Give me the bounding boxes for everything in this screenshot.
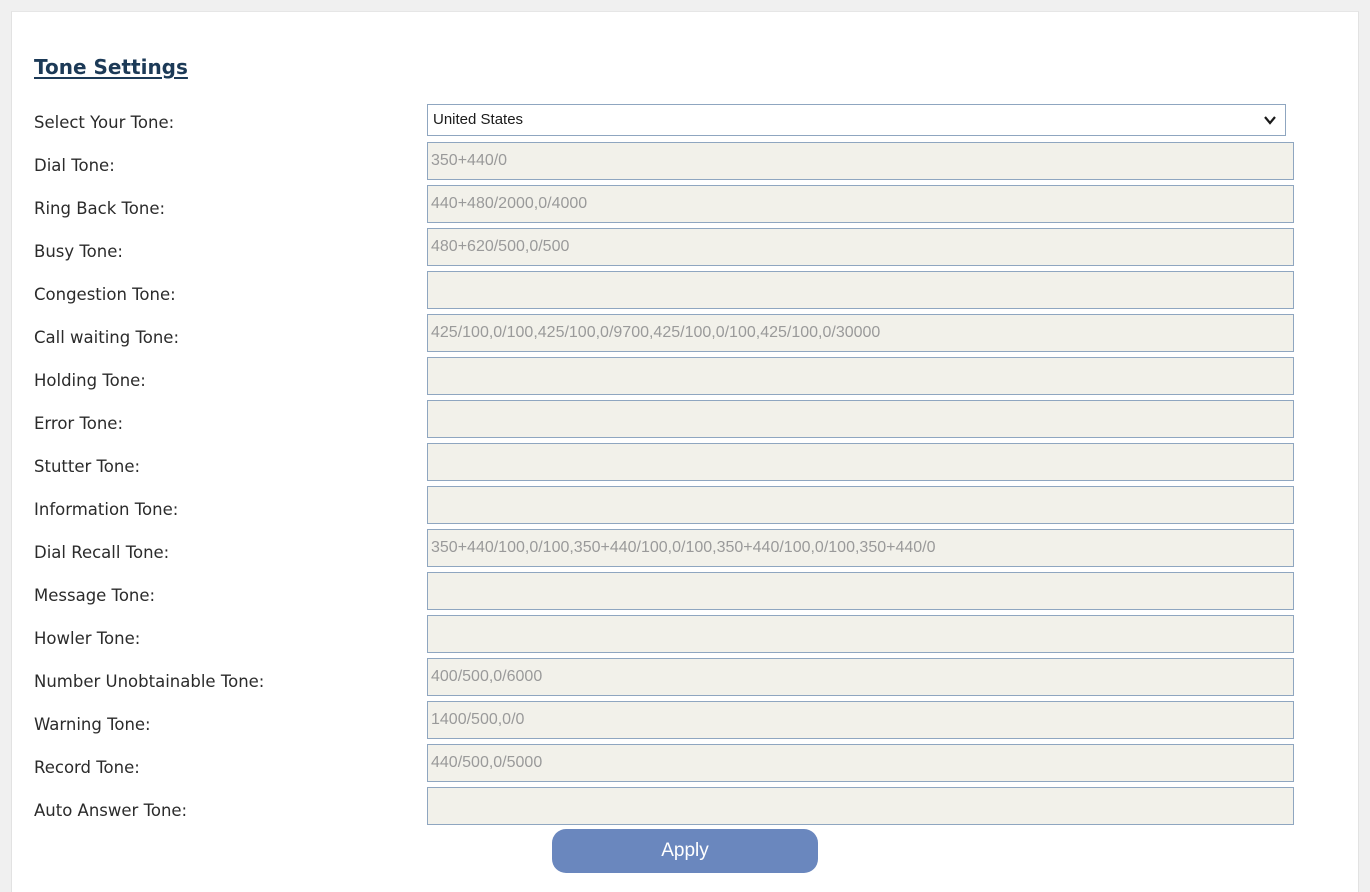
- message-tone-field[interactable]: [427, 572, 1294, 610]
- call-waiting-tone-label: Call waiting Tone:: [34, 328, 180, 347]
- call-waiting-tone-field[interactable]: [427, 314, 1294, 352]
- auto-answer-tone-field[interactable]: [427, 787, 1294, 825]
- dial-recall-tone-label: Dial Recall Tone:: [34, 543, 170, 562]
- information-tone-label: Information Tone:: [34, 500, 179, 519]
- stutter-tone-field[interactable]: [427, 443, 1294, 481]
- tone-settings-panel: Tone Settings Select Your Tone: United S…: [11, 11, 1359, 892]
- busy-tone-field[interactable]: [427, 228, 1294, 266]
- howler-tone-field[interactable]: [427, 615, 1294, 653]
- record-tone-field[interactable]: [427, 744, 1294, 782]
- warning-tone-label: Warning Tone:: [34, 715, 151, 734]
- holding-tone-label: Holding Tone:: [34, 371, 146, 390]
- ring-back-tone-field[interactable]: [427, 185, 1294, 223]
- number-unobtainable-tone-label: Number Unobtainable Tone:: [34, 672, 265, 691]
- select-tone-label: Select Your Tone:: [34, 113, 175, 132]
- message-tone-label: Message Tone:: [34, 586, 156, 605]
- auto-answer-tone-label: Auto Answer Tone:: [34, 801, 188, 820]
- error-tone-field[interactable]: [427, 400, 1294, 438]
- dial-tone-label: Dial Tone:: [34, 156, 115, 175]
- tone-country-select[interactable]: United States: [427, 104, 1286, 136]
- number-unobtainable-tone-field[interactable]: [427, 658, 1294, 696]
- chevron-down-icon: [1264, 116, 1276, 125]
- howler-tone-label: Howler Tone:: [34, 629, 141, 648]
- tone-country-value: United States: [433, 111, 524, 128]
- dial-recall-tone-field[interactable]: [427, 529, 1294, 567]
- page-title: Tone Settings: [34, 55, 188, 79]
- warning-tone-field[interactable]: [427, 701, 1294, 739]
- apply-button[interactable]: Apply: [552, 829, 818, 873]
- congestion-tone-field[interactable]: [427, 271, 1294, 309]
- holding-tone-field[interactable]: [427, 357, 1294, 395]
- dial-tone-field[interactable]: [427, 142, 1294, 180]
- error-tone-label: Error Tone:: [34, 414, 124, 433]
- information-tone-field[interactable]: [427, 486, 1294, 524]
- ring-back-tone-label: Ring Back Tone:: [34, 199, 166, 218]
- busy-tone-label: Busy Tone:: [34, 242, 123, 261]
- stutter-tone-label: Stutter Tone:: [34, 457, 141, 476]
- congestion-tone-label: Congestion Tone:: [34, 285, 176, 304]
- record-tone-label: Record Tone:: [34, 758, 140, 777]
